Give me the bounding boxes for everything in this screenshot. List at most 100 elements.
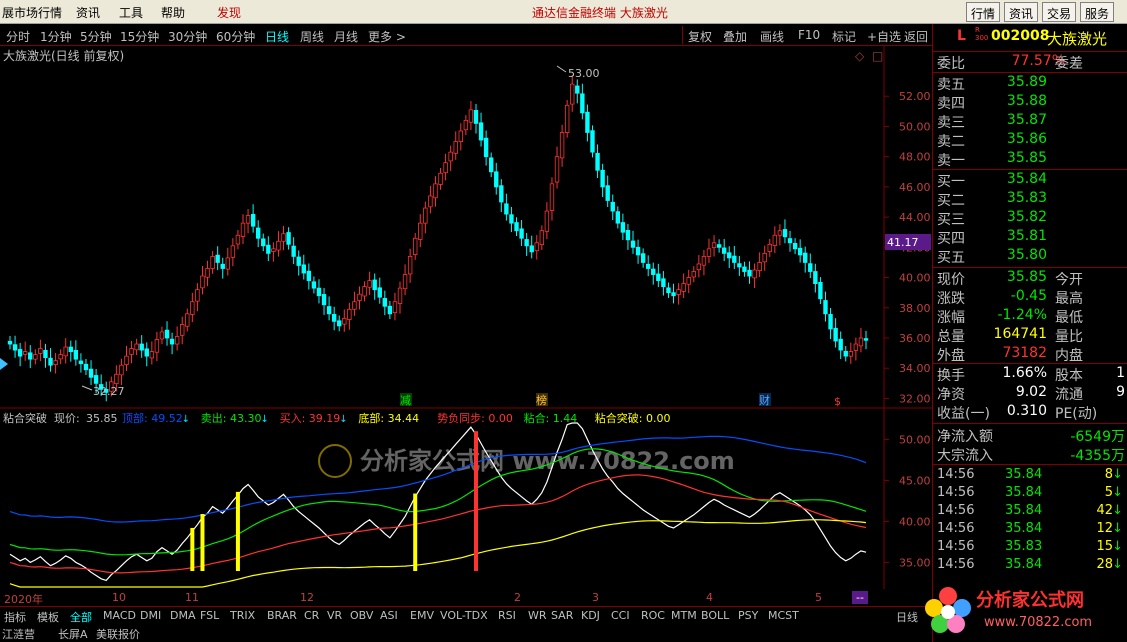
- indicator-svg[interactable]: 粘合突破 现价: 35.85 顶部: 49.52↓ 卖出: 43.30↓ 买入: 3…: [0, 409, 932, 589]
- indicator-tab[interactable]: ASI: [380, 609, 398, 622]
- indicator-tab[interactable]: FSL: [200, 609, 219, 622]
- candle-body: [276, 240, 281, 251]
- indicator-tab[interactable]: 模板: [37, 609, 59, 625]
- btn-trade[interactable]: 交易: [1042, 2, 1077, 22]
- menu-discover[interactable]: 发现: [217, 4, 241, 21]
- candle-body: [402, 274, 408, 290]
- stat-row-label2: 最高: [1055, 291, 1083, 307]
- btn-f10[interactable]: F10: [798, 28, 820, 42]
- btn-fuquan[interactable]: 复权: [688, 28, 712, 45]
- indicator-tab[interactable]: BOLL: [701, 609, 729, 622]
- candle-body: [716, 244, 722, 248]
- indicator-tab[interactable]: 全部: [70, 609, 92, 625]
- period-60min[interactable]: 60分钟: [216, 28, 255, 45]
- event-marker-reduce[interactable]: 减: [400, 394, 411, 407]
- weibi-row: 委比 77.57% 委差: [937, 53, 1125, 72]
- indicator-tab[interactable]: KDJ: [581, 609, 600, 622]
- candle-body: [169, 338, 175, 345]
- menu-help[interactable]: 帮助: [161, 4, 185, 21]
- indicator-tab[interactable]: RSI: [498, 609, 516, 622]
- buy-level: 买一 35.84: [937, 171, 1125, 190]
- indicator-tab[interactable]: EMV: [410, 609, 434, 622]
- ind-y-axis: 50.00 45.00 40.00 35.00: [884, 433, 931, 569]
- indicator-tab[interactable]: PSY: [738, 609, 758, 622]
- period-15min[interactable]: 15分钟: [120, 28, 159, 45]
- candle-body: [711, 242, 717, 249]
- candle-body: [235, 234, 241, 245]
- current-price-tag: 41.17: [887, 236, 919, 249]
- candle-body: [742, 266, 747, 272]
- tick-price: 35.84: [1005, 503, 1043, 518]
- indicator-tab[interactable]: SAR: [551, 609, 573, 622]
- sell-level-label: 卖四: [937, 96, 965, 112]
- indicator-tab[interactable]: DMA: [170, 609, 196, 622]
- tick-volume: 15: [1096, 539, 1113, 554]
- candle-body: [625, 230, 631, 241]
- candle-body: [38, 348, 43, 354]
- candle-body: [488, 157, 494, 173]
- buy-level: 买五 35.80: [937, 247, 1125, 266]
- indicator-tab[interactable]: VOL-TDX: [440, 609, 488, 622]
- period-monthly[interactable]: 月线: [334, 28, 358, 45]
- indicator-tab[interactable]: WR: [528, 609, 547, 622]
- tick-row: 14:56 35.84 12 ↓: [937, 521, 1123, 539]
- indicator-tab[interactable]: CR: [304, 609, 319, 622]
- indicator-tab[interactable]: VR: [327, 609, 342, 622]
- period-more[interactable]: 更多 >: [368, 28, 406, 45]
- stat-row-label2: 内盘: [1055, 348, 1083, 364]
- btn-overlay[interactable]: 叠加: [723, 28, 747, 45]
- indicator-panel[interactable]: 粘合突破 现价: 35.85 顶部: 49.52 ↓ 卖出: 43.30 ↓ 买入: 3…: [0, 409, 932, 589]
- candle-body: [22, 351, 28, 355]
- period-5min[interactable]: 5分钟: [80, 28, 112, 45]
- menu-market[interactable]: 展市场行情: [2, 4, 62, 21]
- candle-body: [463, 120, 469, 131]
- btn-add-watchlist[interactable]: +自选: [867, 28, 901, 45]
- indicator-tab[interactable]: 指标: [4, 609, 26, 625]
- period-weekly[interactable]: 周线: [300, 28, 324, 45]
- diamond-icon[interactable]: ◇: [855, 49, 865, 63]
- indicator-tab[interactable]: DMI: [140, 609, 161, 622]
- event-marker-dividend[interactable]: $: [834, 395, 841, 408]
- candle-body: [134, 343, 139, 351]
- indicator-tab[interactable]: MACD: [103, 609, 136, 622]
- btn-mark[interactable]: 标记: [832, 28, 856, 45]
- event-marker-list[interactable]: 榜: [536, 393, 547, 407]
- menu-tools[interactable]: 工具: [119, 4, 143, 21]
- indicator-tab[interactable]: MTM: [671, 609, 697, 622]
- indicator-tab[interactable]: TRIX: [230, 609, 255, 622]
- candle-body: [853, 343, 859, 351]
- candle-body: [767, 243, 772, 252]
- tick-row: 14:56 35.83 15 ↓: [937, 539, 1123, 557]
- indicator-tab[interactable]: BRAR: [267, 609, 297, 622]
- indicator-tab[interactable]: MCST: [768, 609, 799, 622]
- close-icon[interactable]: □: [872, 49, 883, 63]
- btn-back[interactable]: 返回: [904, 28, 928, 45]
- sell-level-value: 35.85: [1006, 150, 1047, 166]
- event-marker-finance[interactable]: 财: [759, 393, 770, 407]
- indicator-tab[interactable]: OBV: [350, 609, 373, 622]
- indicator-tab[interactable]: ROC: [641, 609, 665, 622]
- period-daily[interactable]: 日线: [265, 28, 289, 45]
- btn-draw[interactable]: 画线: [760, 28, 784, 45]
- period-1min[interactable]: 1分钟: [40, 28, 72, 45]
- flow-row: 大宗流入 -4355万: [937, 445, 1125, 464]
- candle-body: [220, 263, 225, 269]
- period-tick[interactable]: 分时: [6, 28, 30, 45]
- ind-now-value: 35.85: [86, 412, 118, 425]
- candle-body: [772, 234, 778, 246]
- candle-body: [159, 331, 165, 340]
- btn-info[interactable]: 资讯: [1004, 2, 1039, 22]
- btn-quotes[interactable]: 行情: [966, 2, 1001, 22]
- y-tick-label: 52.00: [899, 90, 931, 103]
- indicator-tab[interactable]: CCI: [611, 609, 630, 622]
- candle-body: [813, 271, 818, 284]
- candlestick-svg[interactable]: 大族激光(日线 前复权) ◇ □ 52.00 50.00 48.00 46.00 44.…: [0, 46, 932, 409]
- fund-row-label: 净资: [937, 387, 965, 403]
- btn-service[interactable]: 服务: [1080, 2, 1115, 22]
- candlestick-chart[interactable]: 大族激光(日线 前复权) ◇ □ 52.00 50.00 48.00 46.00 44.…: [0, 46, 932, 409]
- candle-body: [848, 351, 854, 357]
- period-30min[interactable]: 30分钟: [168, 28, 207, 45]
- candle-body: [833, 327, 838, 342]
- menu-news[interactable]: 资讯: [76, 4, 100, 21]
- buy-level-label: 买五: [937, 250, 965, 266]
